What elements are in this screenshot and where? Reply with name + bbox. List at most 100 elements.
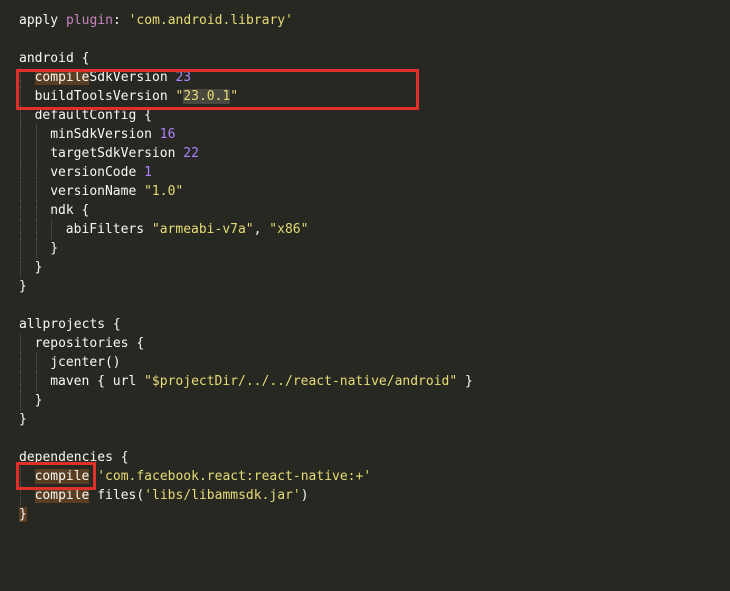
code-token: abiFilters: [65, 222, 152, 237]
code-line: }: [19, 410, 473, 429]
indent-guide: [20, 144, 22, 163]
code-line: defaultConfig {: [19, 106, 473, 125]
code-line: abiFilters "armeabi-v7a", "x86": [19, 220, 473, 239]
code-token: compile: [34, 469, 90, 484]
code-token: targetSdkVersion: [50, 146, 184, 161]
code-token: /../../react-native/android": [238, 374, 458, 389]
code-token: compile: [34, 488, 90, 503]
code-token: "armeabi-v7a": [151, 222, 254, 237]
indent-guide: [20, 486, 22, 505]
indent-guide: [20, 258, 22, 277]
code-token: }: [19, 412, 27, 427]
code-token: versionName: [50, 184, 145, 199]
code-token: 'com.android.library': [128, 13, 293, 28]
indent-guide: [20, 467, 22, 486]
code-line: compile 'com.facebook.react:react-native…: [19, 467, 473, 486]
code-line: allprojects {: [19, 315, 473, 334]
code-token: repositories {: [34, 336, 145, 351]
code-text: ndk {: [19, 203, 89, 218]
code-line: versionName "1.0": [19, 182, 473, 201]
indent-guide: [35, 144, 38, 163]
code-token: versionCode: [50, 165, 145, 180]
indent-guide: [35, 201, 38, 220]
indent-guide: [35, 220, 38, 239]
code-line: repositories {: [19, 334, 473, 353]
code-token: 22: [183, 146, 199, 161]
code-line: targetSdkVersion 22: [19, 144, 473, 163]
indent-guide: [20, 182, 22, 201]
code-text: versionCode 1: [19, 165, 152, 180]
code-line: dependencies {: [19, 448, 473, 467]
code-token: dependencies {: [19, 450, 129, 465]
code-text: allprojects {: [19, 317, 121, 332]
code-text: apply plugin: 'com.android.library': [19, 13, 293, 28]
code-text: versionName "1.0": [19, 184, 183, 199]
indent-guide: [20, 87, 22, 106]
code-text: }: [19, 507, 27, 522]
code-token: compile: [34, 70, 90, 85]
code-token: 23: [175, 70, 192, 85]
code-token: "x86": [269, 222, 309, 237]
indent-guide: [20, 353, 22, 372]
indent-guide: [35, 239, 38, 258]
indent-guide: [20, 163, 22, 182]
indent-guide: [51, 220, 53, 239]
code-token: }: [34, 260, 43, 275]
code-token: 'com.facebook.react:react-native:+': [97, 469, 372, 484]
code-text: android {: [19, 51, 89, 66]
code-token: 16: [159, 127, 176, 142]
code-token: }: [19, 279, 27, 294]
code-text: repositories {: [19, 336, 145, 351]
code-token: files(: [89, 488, 145, 503]
code-text: targetSdkVersion 22: [19, 146, 199, 161]
code-token: "$projectDir: [144, 374, 239, 389]
code-text: maven { url "$projectDir/../../react-nat…: [19, 374, 473, 389]
indent-guide: [20, 239, 22, 258]
code-line: apply plugin: 'com.android.library': [19, 11, 473, 30]
code-text: defaultConfig {: [19, 108, 152, 123]
indent-guide: [20, 201, 22, 220]
indent-guide: [35, 182, 38, 201]
code-line: compile files('libs/libammsdk.jar'): [19, 486, 473, 505]
code-token: }: [19, 507, 27, 522]
code-token: :: [112, 13, 129, 28]
indent-guide: [20, 125, 22, 144]
indent-guide: [20, 334, 22, 353]
code-text: }: [19, 412, 27, 427]
code-text: }: [19, 260, 43, 275]
code-text: compile files('libs/libammsdk.jar'): [19, 488, 309, 503]
code-line: }: [19, 505, 473, 524]
code-editor[interactable]: apply plugin: 'com.android.library' andro…: [19, 11, 473, 524]
indent-guide: [20, 391, 22, 410]
code-token: minSdkVersion: [50, 127, 160, 142]
code-token: ): [300, 488, 309, 503]
code-token: plugin: [65, 13, 113, 28]
code-token: }: [457, 374, 473, 389]
code-line: ndk {: [19, 201, 473, 220]
code-token: ,: [253, 222, 270, 237]
code-token: defaultConfig {: [34, 108, 152, 123]
code-line: buildToolsVersion "23.0.1": [19, 87, 473, 106]
code-text: compile 'com.facebook.react:react-native…: [19, 469, 371, 484]
indent-guide: [20, 220, 22, 239]
code-line: jcenter(): [19, 353, 473, 372]
indent-guide: [35, 163, 38, 182]
code-token: jcenter(): [50, 355, 121, 370]
code-text: abiFilters "armeabi-v7a", "x86": [19, 222, 309, 237]
code-token: apply: [19, 13, 66, 28]
code-text: buildToolsVersion "23.0.1": [19, 89, 238, 104]
code-line: maven { url "$projectDir/../../react-nat…: [19, 372, 473, 391]
indent-guide: [20, 68, 22, 87]
code-text: }: [19, 393, 43, 408]
code-line: android {: [19, 49, 473, 68]
code-token: ndk {: [50, 203, 90, 218]
code-token: }: [34, 393, 43, 408]
code-line: }: [19, 258, 473, 277]
code-text: compileSdkVersion 23: [19, 70, 191, 85]
code-line: }: [19, 277, 473, 296]
code-line: minSdkVersion 16: [19, 125, 473, 144]
code-text: minSdkVersion 16: [19, 127, 175, 142]
